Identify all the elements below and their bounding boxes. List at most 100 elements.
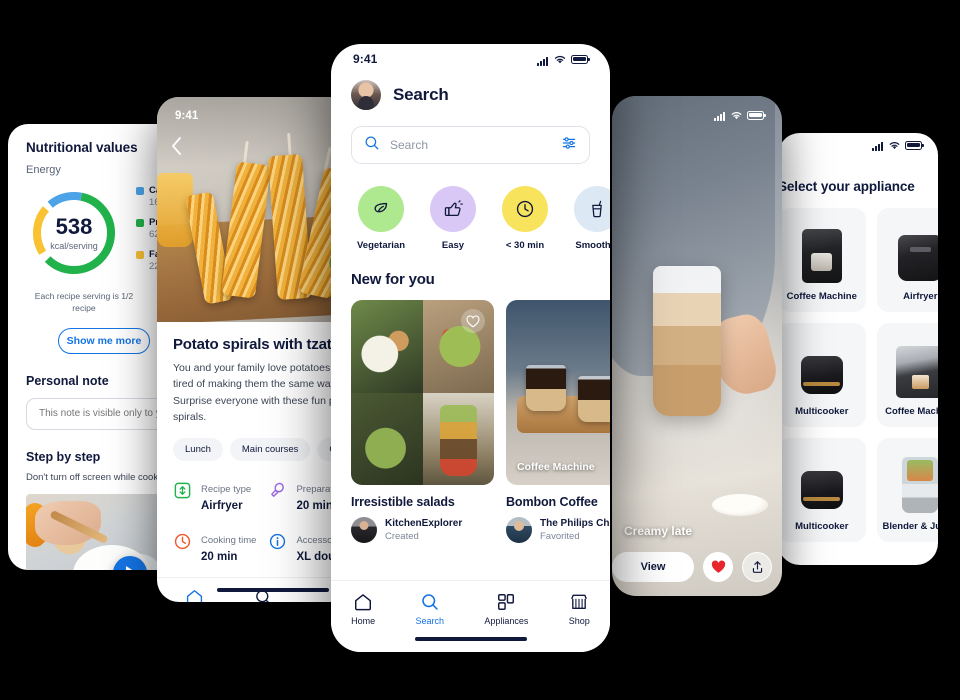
appliances-title: Select your appliance: [778, 179, 915, 194]
chip-label: < 30 min: [505, 240, 545, 251]
tab-shop[interactable]: Shop: [569, 592, 590, 626]
section-title-new-for-you: New for you: [351, 271, 435, 288]
spec-value: 20 min: [201, 551, 238, 564]
home-indicator: [217, 587, 329, 592]
appliance-card-multicooker-1[interactable]: Multicooker: [778, 323, 866, 427]
appliance-label: Multicooker: [795, 406, 849, 417]
coffee-status-bar: [612, 102, 782, 128]
battery-icon: [571, 54, 590, 64]
search-bottom-nav: Home Search Appliances Shop: [331, 580, 610, 652]
wifi-icon: [554, 55, 566, 63]
info-icon: [268, 532, 287, 551]
signal-icon: [537, 52, 549, 66]
chip-label: Vegetarian: [356, 240, 406, 251]
author-action: Created: [385, 531, 419, 542]
panel-coffee-photo: Creamy late View: [612, 96, 782, 596]
author-name: The Philips Chef: [540, 518, 610, 529]
tab-label: Search: [415, 616, 445, 626]
heart-filled-icon[interactable]: [703, 552, 733, 582]
signal-icon: [872, 139, 884, 151]
appliance-card-blender-juicer[interactable]: Blender & Juicer: [876, 438, 939, 542]
coffee-caption: Creamy late: [624, 524, 693, 538]
search-icon: [364, 135, 380, 156]
heart-outline-icon[interactable]: [461, 309, 485, 333]
search-field[interactable]: [351, 126, 590, 164]
cooker-icon: [800, 356, 843, 394]
chip-easy[interactable]: Easy: [425, 186, 481, 251]
avatar: [351, 517, 377, 543]
panel-appliances: Select your appliance Coffee Machine Air…: [778, 133, 938, 565]
thumbs-up-icon: [430, 186, 476, 232]
search-status-bar: 9:41: [331, 44, 610, 74]
show-me-more-button[interactable]: Show me more: [58, 327, 150, 354]
status-time: 9:41: [353, 52, 378, 66]
appliance-label: Airfryer: [903, 291, 938, 302]
appliance-card-multicooker-2[interactable]: Multicooker: [778, 438, 866, 542]
decor-coffee-cup: [577, 376, 610, 423]
serving-note: Each recipe serving is 1/2 recipe: [34, 291, 134, 314]
appliance-label: Coffee Machine: [786, 291, 857, 302]
appliance-label: Coffee Machine: [885, 406, 938, 417]
card-irresistible-salads[interactable]: Irresistible salads KitchenExplorer Crea…: [351, 300, 494, 543]
legend-swatch-protein: [136, 218, 144, 227]
calorie-unit: kcal/serving: [50, 240, 98, 251]
chevron-left-icon[interactable]: [171, 137, 182, 159]
coffee-machine-icon: [801, 229, 842, 283]
view-button[interactable]: View: [612, 552, 694, 582]
card-byline: KitchenExplorer Created: [351, 517, 494, 543]
appliance-card-coffee-machine-1[interactable]: Coffee Machine: [778, 208, 866, 312]
chip-vegetarian[interactable]: Vegetarian: [353, 186, 409, 251]
chip-smoothie[interactable]: Smoothie: [569, 186, 610, 251]
card-title: Bombon Coffee: [506, 495, 598, 509]
decor-saucer: [712, 494, 769, 516]
clock-icon: [502, 186, 548, 232]
card-image: [351, 300, 494, 485]
author-name: KitchenExplorer: [385, 518, 463, 529]
cooker-icon: [800, 471, 843, 509]
airfryer-icon: [898, 235, 938, 281]
chip-under-30-min[interactable]: < 30 min: [497, 186, 553, 251]
card-bombon-coffee[interactable]: Coffee Machine Bombon Coffee The Philips…: [506, 300, 610, 543]
tag-lunch[interactable]: Lunch: [173, 438, 223, 462]
coffee-machine-icon: [896, 346, 938, 398]
tab-label: Shop: [568, 616, 590, 626]
search-header: Search: [331, 74, 610, 110]
tab-home[interactable]: Home: [183, 588, 206, 602]
page-title: Search: [393, 85, 449, 104]
wifi-icon: [889, 141, 900, 149]
home-indicator: [414, 636, 527, 641]
user-avatar[interactable]: [351, 80, 381, 110]
appliance-label: Blender & Juicer: [882, 521, 939, 532]
chip-label: Easy: [441, 240, 465, 251]
sliders-icon[interactable]: [561, 135, 577, 156]
tab-label: Appliances: [484, 616, 529, 626]
donut-center-label: 538 kcal/serving: [26, 185, 122, 281]
signal-icon: [714, 109, 726, 121]
avatar: [506, 517, 532, 543]
tab-label: Home: [351, 616, 376, 626]
appliance-card-airfryer[interactable]: Airfryer: [876, 208, 938, 312]
calorie-value: 538: [55, 213, 93, 239]
tab-search[interactable]: Search: [415, 592, 445, 626]
tag-main-courses[interactable]: Main courses: [229, 438, 311, 462]
recipe-card-list: Irresistible salads KitchenExplorer Crea…: [331, 288, 610, 543]
author-action: Favorited: [540, 531, 580, 542]
share-icon[interactable]: [742, 552, 772, 582]
appliances-grid: Coffee Machine Airfryer Multicooker Coff…: [778, 208, 938, 542]
battery-icon: [747, 110, 766, 120]
tab-appliances[interactable]: Appliances: [484, 592, 528, 626]
decor-latte-glass: [652, 266, 721, 416]
spec-label: Cooking time: [201, 535, 257, 547]
legend-swatch-carbs: [136, 186, 144, 195]
search-input[interactable]: [390, 138, 551, 152]
card-image-caption: Coffee Machine: [517, 461, 595, 473]
tab-home[interactable]: Home: [351, 592, 375, 626]
chip-label: Smoothie: [575, 240, 610, 251]
appliance-label: Multicooker: [795, 521, 849, 532]
clock-icon: [173, 532, 192, 551]
spec-value: Airfryer: [201, 500, 243, 513]
appliance-card-coffee-machine-2[interactable]: Coffee Machine: [876, 323, 938, 427]
decor-coffee-cup: [526, 365, 567, 411]
wifi-icon: [731, 111, 742, 119]
energy-donut-chart: 538 kcal/serving: [26, 185, 122, 281]
